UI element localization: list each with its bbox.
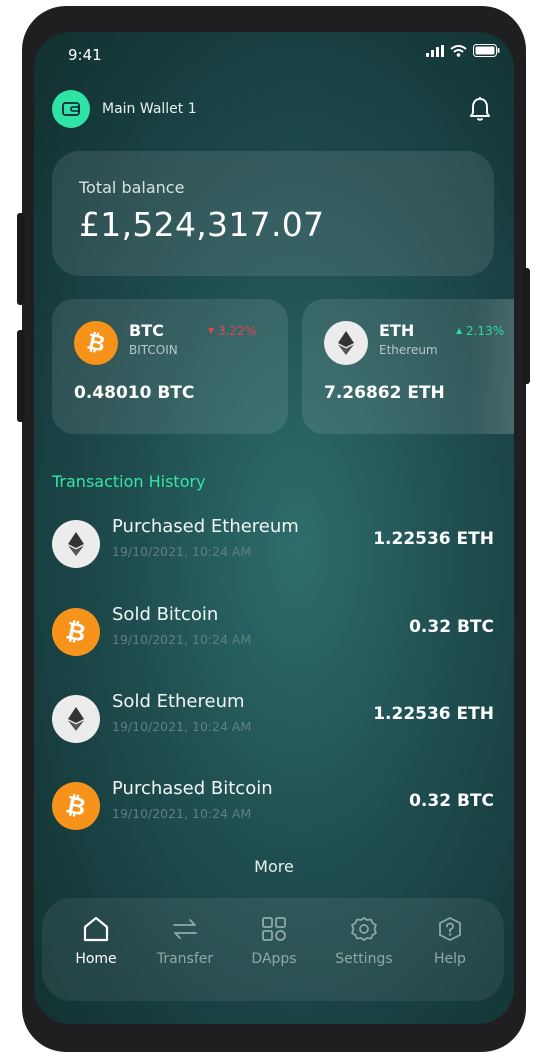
transaction-row[interactable]: ₿ Sold Bitcoin 19/10/2021, 10:24 AM 0.32…: [52, 604, 494, 666]
nav-label: Home: [75, 951, 117, 967]
wallet-icon: [52, 90, 90, 128]
nav-label: Transfer: [156, 951, 214, 967]
nav-label: DApps: [251, 951, 297, 967]
settings-icon: [351, 917, 377, 941]
bottom-nav: Home Transfer DApps Settings Help: [42, 898, 504, 1001]
transaction-row[interactable]: Purchased Ethereum 19/10/2021, 10:24 AM …: [52, 516, 494, 578]
triangle-up-icon: ▲: [456, 326, 463, 335]
nav-item-help[interactable]: Help: [410, 916, 490, 967]
triangle-down-icon: ▼: [208, 326, 215, 335]
transaction-row[interactable]: Sold Ethereum 19/10/2021, 10:24 AM 1.225…: [52, 691, 494, 753]
help-icon: [439, 917, 461, 941]
nav-label: Settings: [335, 951, 393, 967]
transaction-title: Purchased Ethereum: [112, 516, 299, 537]
transaction-amount: 1.22536 ETH: [373, 704, 494, 724]
wallet-name: Main Wallet 1: [102, 101, 197, 117]
transaction-date: 19/10/2021, 10:24 AM: [112, 806, 252, 821]
coin-amount: 0.48010 BTC: [74, 383, 195, 403]
nav-item-settings[interactable]: Settings: [324, 916, 404, 967]
transaction-title: Sold Bitcoin: [112, 604, 219, 625]
status-time: 9:41: [68, 46, 102, 64]
transaction-date: 19/10/2021, 10:24 AM: [112, 632, 252, 647]
coin-change: ▲ 2.13%: [456, 324, 504, 338]
coin-card-eth[interactable]: ETH Ethereum ▲ 2.13% 7.26862 ETH: [302, 299, 514, 434]
nav-item-home[interactable]: Home: [56, 916, 136, 967]
side-button: [17, 213, 25, 305]
wifi-icon: [450, 44, 467, 57]
transaction-title: Purchased Bitcoin: [112, 778, 273, 799]
transaction-history-title: Transaction History: [52, 472, 206, 491]
dapps-icon: [262, 917, 286, 941]
signal-icon: [426, 44, 444, 57]
status-icons: [426, 44, 500, 57]
transaction-amount: 0.32 BTC: [409, 791, 494, 811]
transaction-date: 19/10/2021, 10:24 AM: [112, 719, 252, 734]
transaction-date: 19/10/2021, 10:24 AM: [112, 544, 252, 559]
coin-symbol: BTC: [129, 321, 164, 340]
balance-label: Total balance: [79, 178, 185, 197]
coin-change: ▼ 3.22%: [208, 324, 256, 338]
battery-icon: [473, 44, 500, 57]
wallet-selector[interactable]: Main Wallet 1: [52, 90, 197, 128]
coin-name: BITCOIN: [129, 343, 178, 357]
ethereum-icon: [52, 520, 100, 568]
bell-icon[interactable]: [468, 96, 492, 126]
bitcoin-icon: ₿: [52, 782, 100, 830]
transaction-title: Sold Ethereum: [112, 691, 245, 712]
coin-card-btc[interactable]: ₿ BTC BITCOIN ▼ 3.22% 0.48010 BTC: [52, 299, 288, 434]
bitcoin-icon: ₿: [52, 608, 100, 656]
nav-label: Help: [434, 951, 466, 967]
transaction-row[interactable]: ₿ Purchased Bitcoin 19/10/2021, 10:24 AM…: [52, 778, 494, 840]
more-button[interactable]: More: [34, 857, 514, 876]
bitcoin-icon: ₿: [74, 321, 118, 365]
nav-item-transfer[interactable]: Transfer: [145, 916, 225, 967]
coin-change-value: 3.22%: [217, 324, 257, 338]
transfer-icon: [173, 919, 197, 939]
power-button: [522, 268, 530, 384]
coin-amount: 7.26862 ETH: [324, 383, 445, 403]
transaction-amount: 0.32 BTC: [409, 617, 494, 637]
home-icon: [83, 916, 109, 942]
app-screen: 9:41 Main Wallet 1 Total balance £1,524,…: [34, 32, 514, 1024]
coin-name: Ethereum: [379, 343, 438, 357]
ethereum-icon: [52, 695, 100, 743]
balance-value: £1,524,317.07: [79, 205, 325, 244]
balance-card: Total balance £1,524,317.07: [52, 151, 494, 276]
nav-item-dapps[interactable]: DApps: [234, 916, 314, 967]
ethereum-icon: [324, 321, 368, 365]
coin-symbol: ETH: [379, 321, 415, 340]
coin-change-value: 2.13%: [465, 324, 505, 338]
transaction-amount: 1.22536 ETH: [373, 529, 494, 549]
side-button: [17, 330, 25, 422]
